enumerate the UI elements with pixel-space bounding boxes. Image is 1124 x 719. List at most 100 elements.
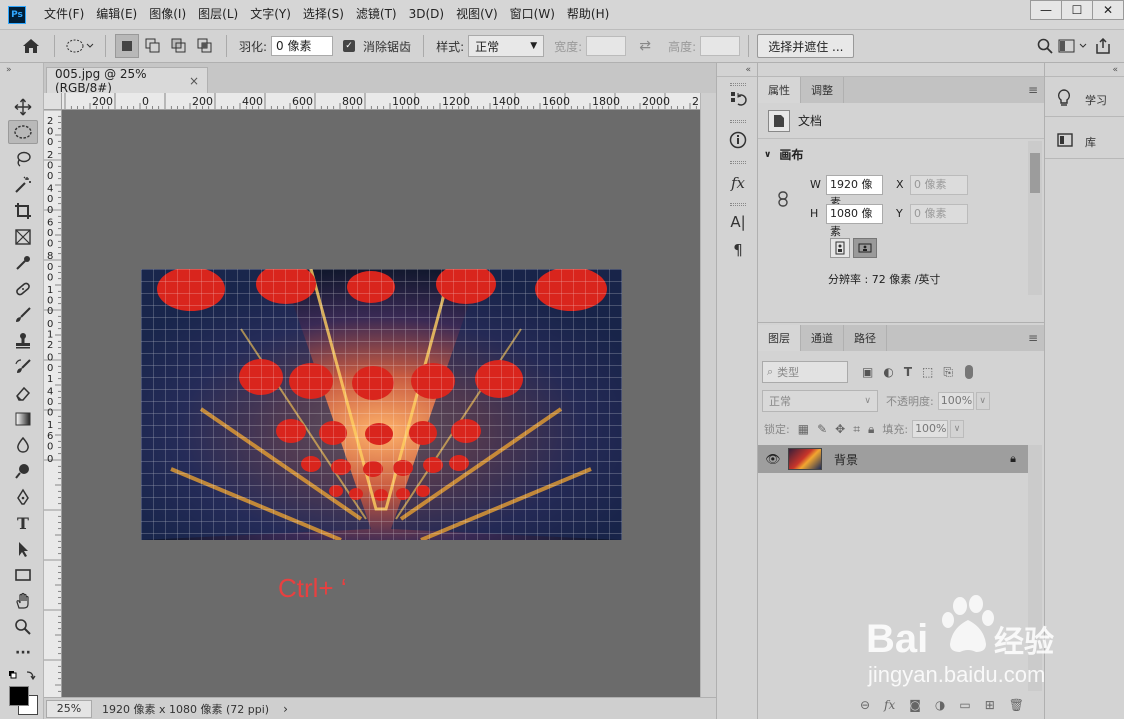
blur-tool-icon[interactable] xyxy=(8,433,38,457)
move-tool-icon[interactable] xyxy=(8,95,38,119)
chevron-down-icon[interactable]: ∨ xyxy=(950,420,965,438)
document-image[interactable] xyxy=(141,269,622,540)
landscape-orientation-icon[interactable] xyxy=(853,238,877,258)
menu-image[interactable]: 图像(I) xyxy=(143,0,192,29)
width-input[interactable] xyxy=(586,36,627,56)
tab-channels[interactable]: 通道 xyxy=(801,325,844,351)
brush-tool-icon[interactable] xyxy=(8,303,38,327)
canvas-height-input[interactable]: 1080 像素 xyxy=(826,204,883,238)
minimize-button[interactable]: — xyxy=(1030,0,1062,20)
filter-pixel-icon[interactable]: ▣ xyxy=(862,365,873,379)
close-tab-icon[interactable]: × xyxy=(189,74,199,88)
vertical-ruler[interactable]: 2002004006008001000120014001600 xyxy=(44,93,62,697)
tab-properties[interactable]: 属性 xyxy=(758,77,801,103)
add-mask-icon[interactable]: ◙ xyxy=(909,698,921,712)
foreground-color-swatch[interactable] xyxy=(9,686,29,706)
clone-stamp-tool-icon[interactable] xyxy=(8,329,38,353)
color-swatches[interactable] xyxy=(8,685,38,717)
collapse-toolbar-icon[interactable]: » xyxy=(0,63,43,77)
filter-toggle-icon[interactable] xyxy=(964,365,973,379)
layer-row-background[interactable]: 👁︎ 背景 🔒︎ xyxy=(758,445,1028,473)
rectangle-tool-icon[interactable] xyxy=(8,563,38,587)
lock-all-icon[interactable]: 🔒︎ xyxy=(868,422,874,437)
lock-image-icon[interactable]: ✎ xyxy=(817,422,827,436)
filter-adjustment-icon[interactable]: ◐ xyxy=(883,365,893,379)
lasso-tool-icon[interactable] xyxy=(8,147,38,171)
layer-visibility-eye-icon[interactable]: 👁︎ xyxy=(758,452,788,466)
document-tab[interactable]: 005.jpg @ 25%(RGB/8#) × xyxy=(46,67,208,95)
vertical-scrollbar[interactable] xyxy=(700,93,716,697)
new-group-icon[interactable]: ▭ xyxy=(959,698,970,712)
healing-brush-tool-icon[interactable] xyxy=(8,277,38,301)
menu-view[interactable]: 视图(V) xyxy=(450,0,504,29)
blend-mode-select[interactable]: 正常 ∨ xyxy=(762,390,878,412)
filter-type-icon[interactable]: T xyxy=(904,365,912,379)
fill-input[interactable]: 100% xyxy=(912,420,949,438)
menu-filter[interactable]: 滤镜(T) xyxy=(350,0,403,29)
style-select[interactable]: 正常 ▼ xyxy=(468,35,545,57)
tool-preset-picker-icon[interactable] xyxy=(63,35,97,57)
filter-smart-object-icon[interactable]: ⎘ xyxy=(943,365,953,380)
lock-artboard-icon[interactable]: ⌗ xyxy=(853,422,860,437)
panel-grip[interactable] xyxy=(730,203,746,206)
properties-scrollbar[interactable] xyxy=(1028,141,1042,295)
gradient-tool-icon[interactable] xyxy=(8,407,38,431)
magic-wand-tool-icon[interactable] xyxy=(8,173,38,197)
zoom-level-field[interactable]: 25% xyxy=(46,699,92,718)
adjustment-layer-icon[interactable]: ◑ xyxy=(935,698,945,712)
delete-layer-icon[interactable]: 🗑︎ xyxy=(1009,698,1024,712)
menu-file[interactable]: 文件(F) xyxy=(38,0,90,29)
subtract-from-selection-icon[interactable] xyxy=(167,34,191,58)
frame-tool-icon[interactable] xyxy=(8,225,38,249)
status-menu-arrow-icon[interactable]: › xyxy=(283,702,288,716)
opacity-input[interactable]: 100% xyxy=(937,392,974,410)
pen-tool-icon[interactable] xyxy=(8,485,38,509)
elliptical-marquee-tool-icon[interactable] xyxy=(8,120,38,144)
info-panel-icon[interactable] xyxy=(725,128,751,152)
properties-scroll-thumb[interactable] xyxy=(1030,153,1040,193)
menu-type[interactable]: 文字(Y) xyxy=(244,0,297,29)
learn-panel-button[interactable]: 学习 xyxy=(1045,83,1124,117)
panel-menu-icon[interactable]: ≡ xyxy=(1028,331,1038,345)
panel-grip[interactable] xyxy=(730,83,746,86)
panel-grip[interactable] xyxy=(730,161,746,164)
select-and-mask-button[interactable]: 选择并遮住 ... xyxy=(757,34,855,58)
ruler-origin[interactable] xyxy=(44,93,62,110)
menu-window[interactable]: 窗口(W) xyxy=(504,0,561,29)
library-panel-button[interactable]: 库 xyxy=(1045,125,1124,159)
eraser-tool-icon[interactable] xyxy=(8,381,38,405)
lock-position-icon[interactable]: ✥ xyxy=(835,422,845,436)
canvas-x-input[interactable]: 0 像素 xyxy=(910,175,968,195)
history-brush-tool-icon[interactable] xyxy=(8,355,38,379)
collapse-dock-icon[interactable]: « xyxy=(1045,63,1124,77)
panel-grip[interactable] xyxy=(730,120,746,123)
home-icon[interactable] xyxy=(20,35,42,57)
hand-tool-icon[interactable] xyxy=(8,589,38,613)
panel-menu-icon[interactable]: ≡ xyxy=(1028,83,1038,97)
portrait-orientation-icon[interactable] xyxy=(830,238,850,258)
new-selection-icon[interactable] xyxy=(115,34,139,58)
canvas-area[interactable]: Ctrl+ ‘ xyxy=(62,110,700,697)
layer-filter-select[interactable]: ⌕ 类型 xyxy=(762,361,848,383)
menu-help[interactable]: 帮助(H) xyxy=(561,0,615,29)
swap-width-height-icon[interactable]: ⇄ xyxy=(634,35,656,57)
canvas-section-header[interactable]: ∨ 画布 xyxy=(764,146,803,163)
character-panel-icon[interactable]: A| xyxy=(725,210,751,234)
share-icon[interactable] xyxy=(1092,35,1114,57)
height-input[interactable] xyxy=(700,36,741,56)
link-layers-icon[interactable]: ⊖ xyxy=(860,698,870,712)
default-colors-icon[interactable] xyxy=(6,667,38,685)
search-icon[interactable] xyxy=(1034,35,1056,57)
styles-panel-icon[interactable]: fx xyxy=(725,171,751,195)
paragraph-panel-icon[interactable]: ¶ xyxy=(725,238,751,262)
crop-tool-icon[interactable] xyxy=(8,199,38,223)
eyedropper-tool-icon[interactable] xyxy=(8,251,38,275)
antialias-checkbox[interactable]: ✓ xyxy=(343,40,356,52)
workspace-icon[interactable] xyxy=(1056,35,1092,57)
dodge-tool-icon[interactable] xyxy=(8,459,38,483)
canvas-y-input[interactable]: 0 像素 xyxy=(910,204,968,224)
close-button[interactable]: ✕ xyxy=(1092,0,1124,20)
path-selection-tool-icon[interactable] xyxy=(8,537,38,561)
menu-layer[interactable]: 图层(L) xyxy=(192,0,244,29)
layer-style-icon[interactable]: fx xyxy=(884,698,895,712)
